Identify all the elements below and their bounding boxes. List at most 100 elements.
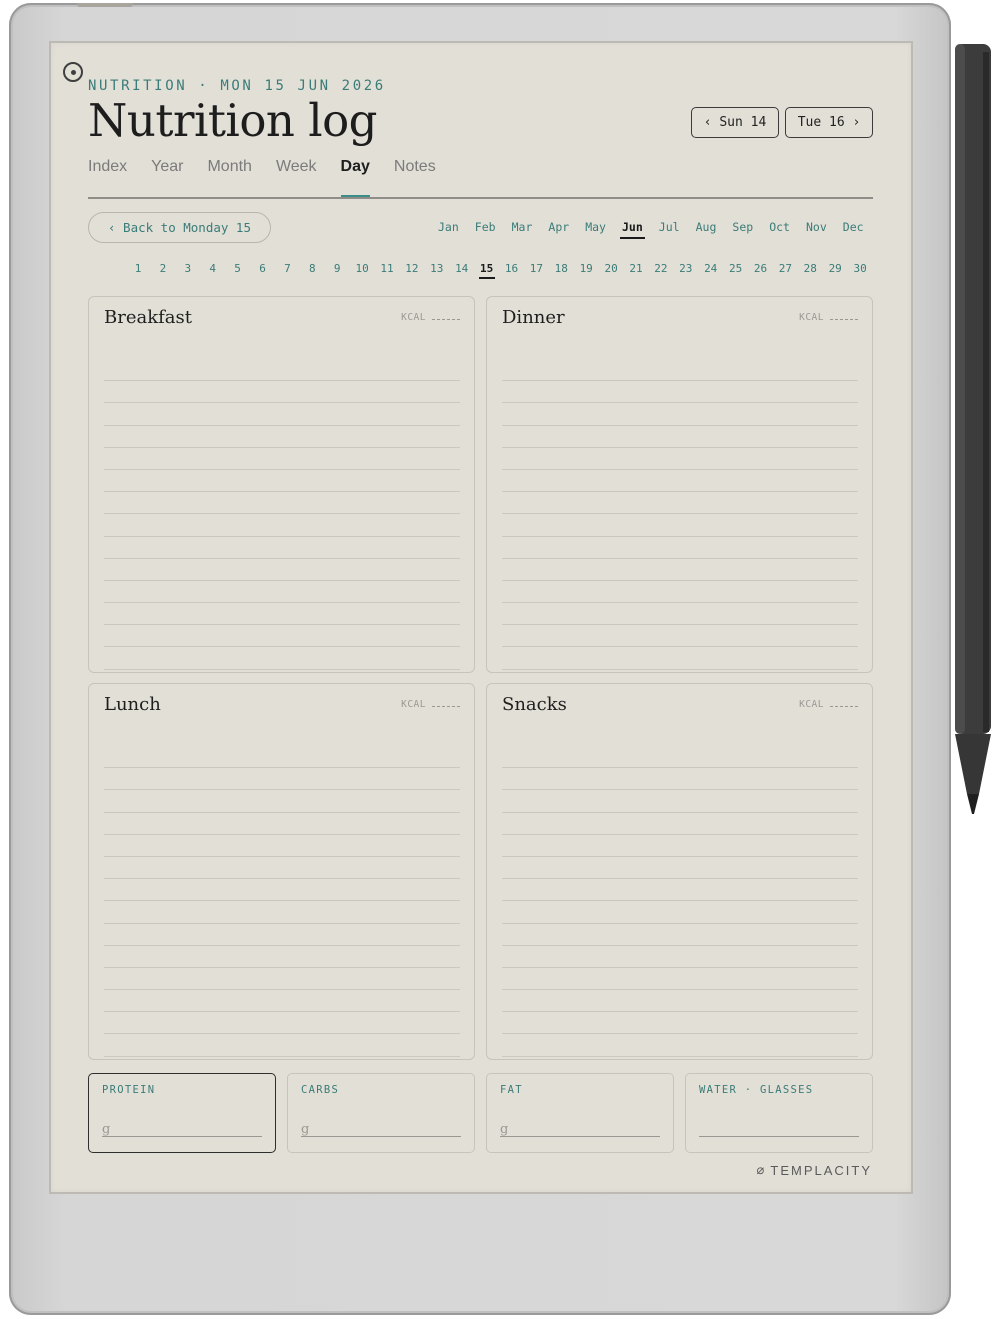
day-13[interactable]: 13: [426, 262, 448, 275]
day-9[interactable]: 9: [326, 262, 348, 275]
day-17[interactable]: 17: [525, 262, 547, 275]
meal-card-breakfast[interactable]: Breakfast KCAL: [88, 296, 475, 673]
day-6[interactable]: 6: [252, 262, 274, 275]
macro-entry-line[interactable]: [500, 1136, 660, 1137]
tab-month[interactable]: Month: [207, 158, 251, 198]
ruled-line: [502, 581, 858, 604]
day-10[interactable]: 10: [351, 262, 373, 275]
day-5[interactable]: 5: [227, 262, 249, 275]
meal-title: Snacks: [502, 694, 567, 715]
writing-lines[interactable]: [502, 359, 858, 670]
macro-entry-line[interactable]: [301, 1136, 461, 1137]
meal-title: Dinner: [502, 307, 565, 328]
back-to-week-day-button[interactable]: ‹ Back to Monday 15: [88, 212, 271, 243]
day-26[interactable]: 26: [750, 262, 772, 275]
month-feb[interactable]: Feb: [475, 220, 496, 234]
ruled-line: [502, 1012, 858, 1035]
month-may[interactable]: May: [585, 220, 606, 234]
menu-circle-icon[interactable]: [63, 62, 83, 82]
day-15[interactable]: 15: [476, 262, 498, 279]
day-25[interactable]: 25: [725, 262, 747, 275]
tab-week[interactable]: Week: [276, 158, 317, 198]
ruled-line: [502, 448, 858, 470]
day-2[interactable]: 2: [152, 262, 174, 275]
ruled-line: [502, 990, 858, 1013]
day-8[interactable]: 8: [301, 262, 323, 275]
ruled-line: [502, 790, 858, 813]
month-jan[interactable]: Jan: [438, 220, 459, 234]
ruled-line: [502, 746, 858, 769]
ruled-line: [502, 559, 858, 581]
writing-lines[interactable]: [104, 359, 460, 670]
month-oct[interactable]: Oct: [769, 220, 790, 234]
ruled-line: [502, 879, 858, 902]
kcal-field[interactable]: KCAL: [799, 699, 858, 710]
day-4[interactable]: 4: [202, 262, 224, 275]
ruled-line: [104, 559, 460, 581]
macro-fat-field[interactable]: FAT g: [486, 1073, 674, 1153]
day-21[interactable]: 21: [625, 262, 647, 275]
brand-name: TEMPLACITY: [770, 1162, 872, 1178]
macro-label: WATER · GLASSES: [699, 1084, 814, 1096]
ruled-line: [104, 603, 460, 626]
month-jul[interactable]: Jul: [659, 220, 680, 234]
ruled-line: [104, 946, 460, 968]
meal-card-snacks[interactable]: Snacks KCAL: [486, 683, 873, 1060]
macro-entry-line[interactable]: [699, 1136, 859, 1137]
ruled-line: [502, 901, 858, 924]
month-sep[interactable]: Sep: [732, 220, 753, 234]
day-1[interactable]: 1: [127, 262, 149, 275]
macro-label: PROTEIN: [102, 1084, 156, 1096]
month-dec[interactable]: Dec: [843, 220, 864, 234]
day-18[interactable]: 18: [550, 262, 572, 275]
month-apr[interactable]: Apr: [548, 220, 569, 234]
writing-lines[interactable]: [104, 746, 460, 1057]
tab-year[interactable]: Year: [151, 158, 183, 198]
day-27[interactable]: 27: [774, 262, 796, 275]
month-mar[interactable]: Mar: [512, 220, 533, 234]
day-16[interactable]: 16: [501, 262, 523, 275]
day-28[interactable]: 28: [799, 262, 821, 275]
kcal-label: KCAL: [401, 699, 426, 710]
day-7[interactable]: 7: [276, 262, 298, 275]
ruled-line: [104, 1034, 460, 1057]
day-20[interactable]: 20: [600, 262, 622, 275]
day-12[interactable]: 12: [401, 262, 423, 275]
tab-index[interactable]: Index: [88, 158, 127, 198]
meal-card-lunch[interactable]: Lunch KCAL: [88, 683, 475, 1060]
day-23[interactable]: 23: [675, 262, 697, 275]
ruled-line: [104, 492, 460, 515]
kcal-field[interactable]: KCAL: [401, 312, 460, 323]
kcal-label: KCAL: [401, 312, 426, 323]
meal-card-dinner[interactable]: Dinner KCAL: [486, 296, 873, 673]
kcal-field[interactable]: KCAL: [401, 699, 460, 710]
ruled-line: [502, 403, 858, 426]
day-29[interactable]: 29: [824, 262, 846, 275]
ruled-line: [502, 359, 858, 382]
tabs-divider: [88, 197, 873, 199]
ruled-line: [104, 813, 460, 835]
tab-notes[interactable]: Notes: [394, 158, 436, 198]
month-nov[interactable]: Nov: [806, 220, 827, 234]
next-day-button[interactable]: Tue 16 ›: [785, 107, 873, 138]
macro-carbs-field[interactable]: CARBS g: [287, 1073, 475, 1153]
previous-day-button[interactable]: ‹ Sun 14: [691, 107, 779, 138]
macro-protein-field[interactable]: PROTEIN g: [88, 1073, 276, 1153]
day-3[interactable]: 3: [177, 262, 199, 275]
macro-water-field[interactable]: WATER · GLASSES: [685, 1073, 873, 1153]
day-24[interactable]: 24: [700, 262, 722, 275]
month-aug[interactable]: Aug: [696, 220, 717, 234]
day-30[interactable]: 30: [849, 262, 871, 275]
day-14[interactable]: 14: [451, 262, 473, 275]
tab-day[interactable]: Day: [340, 158, 371, 198]
day-19[interactable]: 19: [575, 262, 597, 275]
day-11[interactable]: 11: [376, 262, 398, 275]
month-jun[interactable]: Jun: [620, 220, 645, 239]
ruled-line: [104, 835, 460, 857]
ruled-line: [502, 768, 858, 791]
day-22[interactable]: 22: [650, 262, 672, 275]
meal-title: Lunch: [104, 694, 161, 715]
macro-entry-line[interactable]: [102, 1136, 262, 1137]
writing-lines[interactable]: [502, 746, 858, 1057]
kcal-field[interactable]: KCAL: [799, 312, 858, 323]
